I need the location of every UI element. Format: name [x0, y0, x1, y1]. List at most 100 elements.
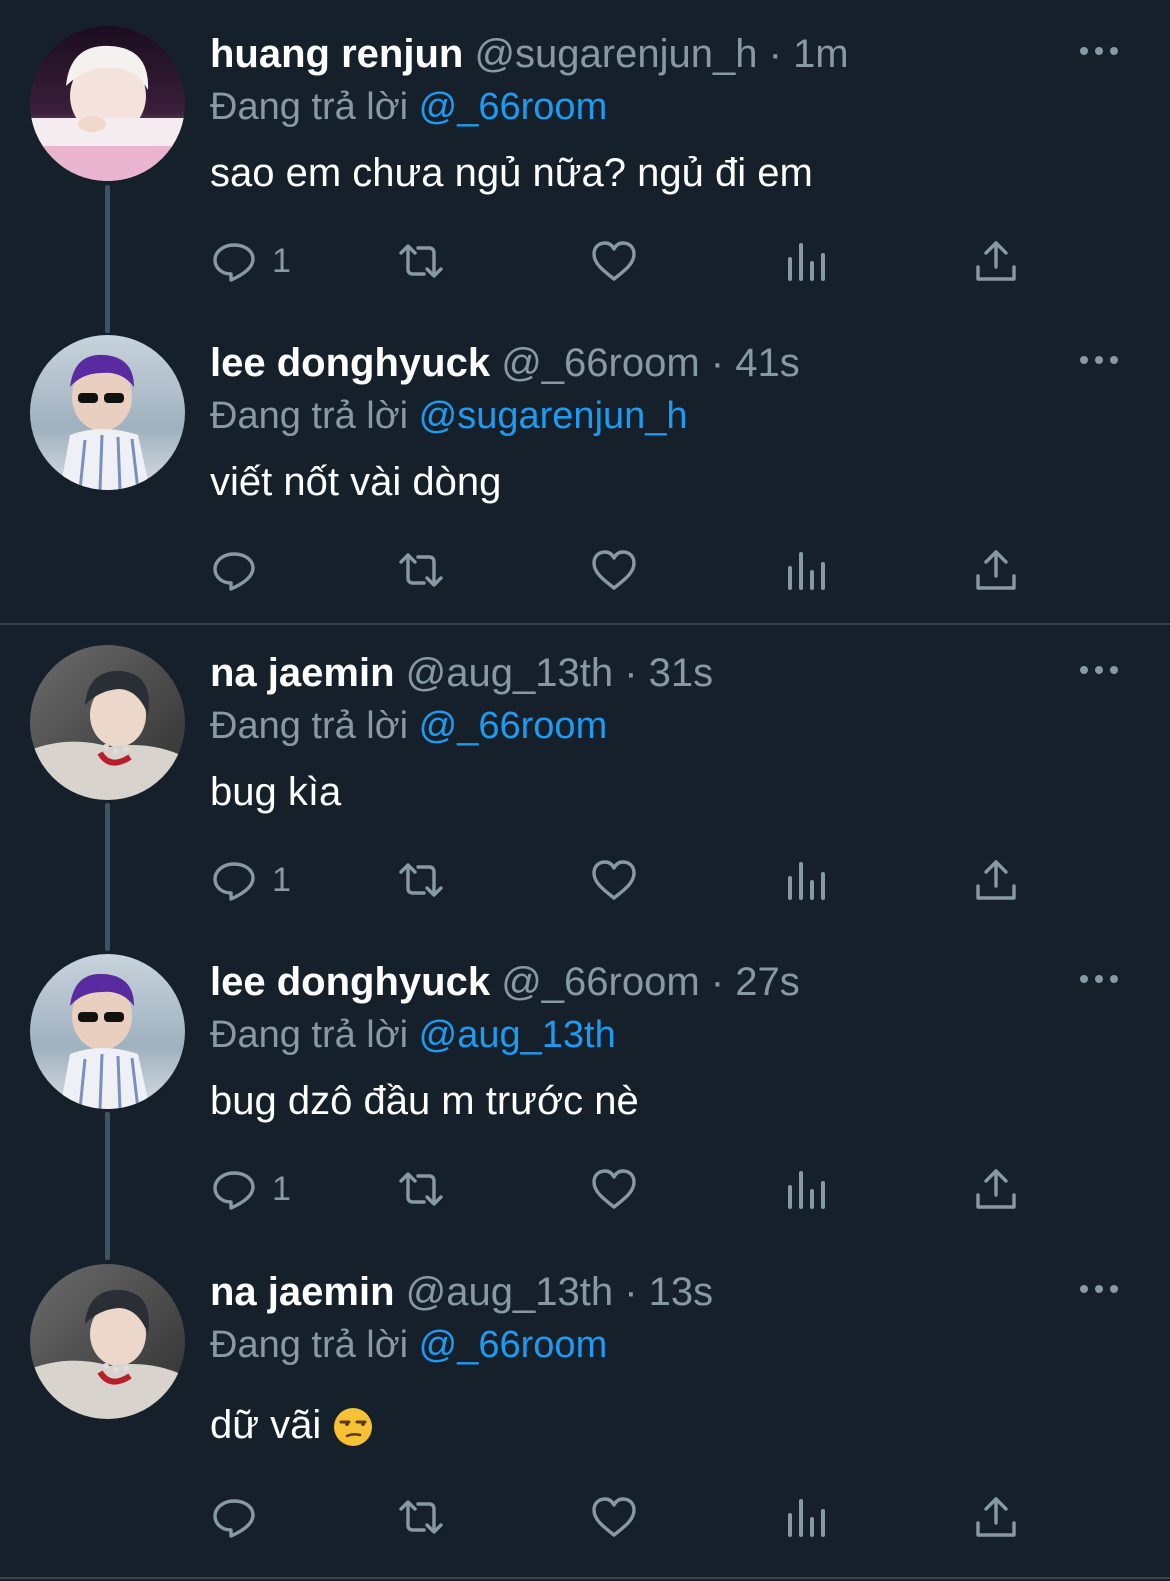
share-icon [976, 860, 1016, 900]
tweet-text: bug dzô đầu m trước nè [210, 1079, 639, 1123]
share-icon [976, 1169, 1016, 1209]
retweet-icon [399, 553, 443, 587]
user-handle[interactable]: @_66room [501, 960, 699, 1004]
reply-icon [213, 243, 255, 282]
tweet[interactable]: lee donghyuck @_66room · 41s Đang trả lờ… [0, 335, 1170, 620]
retweet-button[interactable] [397, 1162, 445, 1216]
reply-icon [213, 862, 255, 901]
timestamp[interactable]: 13s [649, 1270, 714, 1314]
retweet-button[interactable] [397, 853, 445, 907]
display-name[interactable]: na jaemin [210, 651, 395, 695]
display-name[interactable]: na jaemin [210, 1270, 395, 1314]
tweet[interactable]: na jaemin @aug_13th · 31s Đang trả lời @… [0, 645, 1170, 945]
analytics-button[interactable] [782, 1490, 830, 1544]
replying-to: Đang trả lời @aug_13th [210, 1009, 616, 1061]
analytics-icon [788, 1499, 825, 1537]
reply-mention-link[interactable]: @aug_13th [419, 1014, 616, 1056]
user-handle[interactable]: @aug_13th [406, 1270, 613, 1314]
share-button[interactable] [972, 1162, 1020, 1216]
reply-button[interactable] [210, 543, 272, 597]
reply-mention-link[interactable]: @_66room [419, 705, 608, 747]
avatar-jaemin[interactable] [30, 645, 185, 800]
analytics-icon [788, 552, 825, 590]
reply-mention-link[interactable]: @_66room [419, 86, 608, 128]
more-icon[interactable] [1077, 36, 1121, 66]
replying-to: Đang trả lời @_66room [210, 700, 607, 752]
reply-count: 1 [272, 1170, 291, 1208]
avatar-donghyuck[interactable] [30, 335, 185, 490]
timestamp[interactable]: 31s [649, 651, 714, 695]
like-button[interactable] [590, 1490, 638, 1544]
more-icon[interactable] [1077, 345, 1121, 375]
display-name[interactable]: lee donghyuck [210, 341, 490, 385]
reply-button[interactable]: 1 [210, 853, 291, 907]
reply-prefix: Đang trả lời [210, 1324, 409, 1366]
conversation-divider [0, 623, 1170, 625]
share-button[interactable] [972, 234, 1020, 288]
retweet-button[interactable] [397, 234, 445, 288]
timestamp[interactable]: 1m [793, 32, 849, 76]
analytics-button[interactable] [782, 234, 830, 288]
reply-icon [213, 552, 255, 591]
analytics-button[interactable] [782, 1162, 830, 1216]
reply-prefix: Đang trả lời [210, 705, 409, 747]
reply-icon [213, 1499, 255, 1538]
avatar-jaemin[interactable] [30, 1264, 185, 1419]
separator-dot: · [710, 960, 725, 1004]
display-name[interactable]: lee donghyuck [210, 960, 490, 1004]
reply-icon [213, 1171, 255, 1210]
timestamp[interactable]: 41s [735, 341, 800, 385]
reply-button[interactable]: 1 [210, 1162, 291, 1216]
analytics-button[interactable] [782, 853, 830, 907]
avatar-donghyuck[interactable] [30, 954, 185, 1109]
like-icon [592, 1169, 636, 1209]
like-button[interactable] [590, 234, 638, 288]
share-button[interactable] [972, 543, 1020, 597]
timestamp[interactable]: 27s [735, 960, 800, 1004]
like-button[interactable] [590, 853, 638, 907]
share-button[interactable] [972, 853, 1020, 907]
share-button[interactable] [972, 1490, 1020, 1544]
tweet[interactable]: huang renjun @sugarenjun_h · 1m Đang trả… [0, 26, 1170, 326]
analytics-button[interactable] [782, 543, 830, 597]
share-icon [976, 1497, 1016, 1537]
replying-to: Đang trả lời @_66room [210, 1319, 607, 1371]
analytics-icon [788, 1171, 825, 1209]
like-icon [592, 241, 636, 281]
like-icon [592, 860, 636, 900]
reply-prefix: Đang trả lời [210, 1014, 409, 1056]
separator-dot: · [624, 1270, 638, 1314]
like-button[interactable] [590, 543, 638, 597]
user-handle[interactable]: @_66room [501, 341, 699, 385]
like-button[interactable] [590, 1162, 638, 1216]
share-icon [976, 550, 1016, 590]
tweet-text: bug kìa [210, 770, 342, 814]
replying-to: Đang trả lời @sugarenjun_h [210, 390, 688, 442]
reply-button[interactable]: 1 [210, 234, 291, 288]
bottom-divider [0, 1577, 1170, 1579]
reply-mention-link[interactable]: @_66room [419, 1324, 608, 1366]
reply-prefix: Đang trả lời [210, 395, 409, 437]
more-icon[interactable] [1077, 655, 1121, 685]
retweet-button[interactable] [397, 543, 445, 597]
tweet-text: dữ vãi [210, 1400, 374, 1450]
retweet-icon [399, 863, 443, 897]
display-name[interactable]: huang renjun [210, 32, 463, 76]
more-icon[interactable] [1077, 1274, 1121, 1304]
reply-button[interactable] [210, 1490, 272, 1544]
avatar-renjun[interactable] [30, 26, 185, 181]
reply-prefix: Đang trả lời [210, 86, 409, 128]
unamused-face-emoji [334, 1408, 373, 1447]
retweet-icon [399, 1172, 443, 1206]
share-icon [976, 241, 1016, 281]
reply-count: 1 [272, 861, 291, 899]
reply-mention-link[interactable]: @sugarenjun_h [419, 395, 688, 437]
user-handle[interactable]: @sugarenjun_h [474, 32, 757, 76]
retweet-button[interactable] [397, 1490, 445, 1544]
analytics-icon [788, 243, 825, 281]
more-icon[interactable] [1077, 964, 1121, 994]
reply-count: 1 [272, 242, 291, 280]
tweet[interactable]: lee donghyuck @_66room · 27s Đang trả lờ… [0, 954, 1170, 1254]
user-handle[interactable]: @aug_13th [406, 651, 613, 695]
tweet[interactable]: na jaemin @aug_13th · 13s Đang trả lời @… [0, 1264, 1170, 1564]
